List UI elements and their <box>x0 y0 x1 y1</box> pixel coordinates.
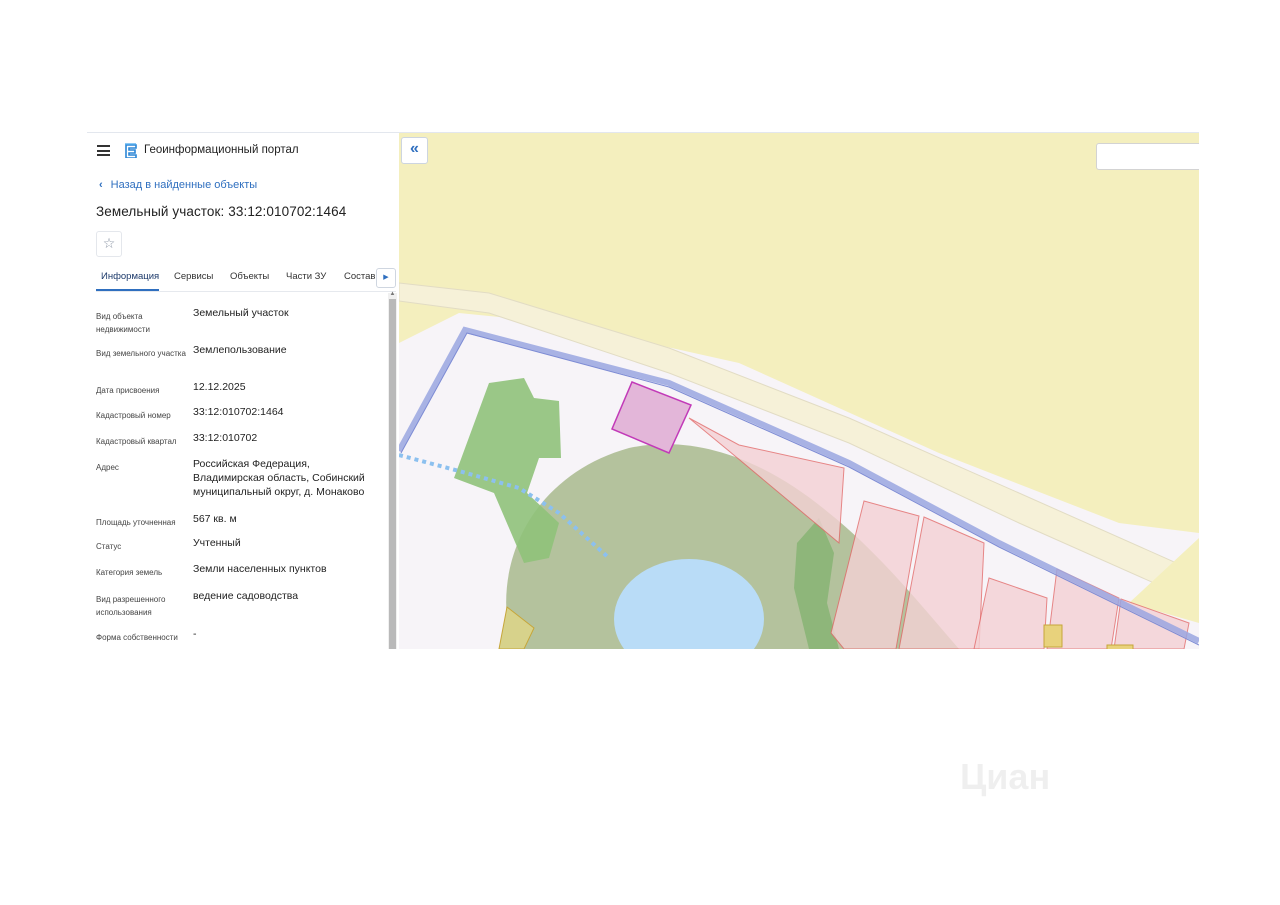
building <box>1106 644 1134 649</box>
info-label: Площадь уточненная <box>96 518 176 527</box>
info-value: Учтенный <box>193 537 241 549</box>
info-value: Российская Федерация, Владимирская облас… <box>193 458 365 498</box>
tab-composition[interactable]: Состав <box>344 271 375 282</box>
info-label: Вид разрешенного использования <box>96 595 166 617</box>
portal-logo-icon <box>125 143 137 158</box>
info-value: 567 кв. м <box>193 513 237 525</box>
star-icon[interactable]: ☆ <box>96 231 122 257</box>
watermark-text: Циан <box>960 756 1051 797</box>
map-canvas[interactable] <box>399 133 1199 649</box>
map-view[interactable] <box>399 133 1199 649</box>
info-label: Категория земель <box>96 568 163 577</box>
scrollbar-thumb[interactable] <box>389 299 396 649</box>
active-tab-indicator <box>96 289 159 291</box>
info-label: Кадастровый номер <box>96 411 171 420</box>
tab-objects[interactable]: Объекты <box>230 271 269 282</box>
building <box>1043 624 1063 648</box>
chevron-left-icon: ‹ <box>99 179 103 191</box>
back-link-label: Назад в найденные объекты <box>110 179 258 191</box>
back-to-results-link[interactable]: ‹ Назад в найденные объекты <box>99 179 257 191</box>
object-title: Земельный участок: 33:12:010702:1464 <box>96 204 347 219</box>
info-value: 12.12.2025 <box>193 381 246 393</box>
info-label: Вид объекта недвижимости <box>96 312 150 334</box>
info-value: ведение садоводства <box>193 590 299 602</box>
info-label: Дата присвоения <box>96 386 160 395</box>
info-value: Земли населенных пунктов <box>193 563 327 575</box>
info-label: Вид земельного участка <box>96 349 186 358</box>
double-chevron-left-icon[interactable]: « <box>401 137 428 164</box>
info-label: Форма собственности <box>96 633 178 642</box>
top-bar: Геоинформационный портал <box>87 133 399 169</box>
info-value: - <box>193 628 197 640</box>
tab-bar: Информация Сервисы Объекты Части ЗУ Сост… <box>96 267 396 292</box>
info-value: Землепользование <box>193 344 287 356</box>
info-value: Земельный участок <box>193 307 289 319</box>
watermark-logo: Циан <box>948 736 1148 806</box>
portal-title: Геоинформационный портал <box>144 144 299 156</box>
tab-information[interactable]: Информация <box>101 271 159 282</box>
chevron-right-icon[interactable]: ▶ <box>376 268 396 288</box>
info-label: Кадастровый квартал <box>96 437 177 446</box>
info-value: 33:12:010702 <box>193 432 258 444</box>
tab-land-parts[interactable]: Части ЗУ <box>286 271 326 282</box>
info-panel: Геоинформационный портал ‹ Назад в найден… <box>87 133 399 649</box>
info-label: Статус <box>96 542 122 551</box>
info-label: Адрес <box>96 463 119 472</box>
info-value: 33:12:010702:1464 <box>193 406 284 418</box>
app-window: Геоинформационный портал ‹ Назад в найден… <box>87 132 1199 649</box>
tab-services[interactable]: Сервисы <box>174 271 213 282</box>
menu-icon[interactable] <box>97 145 110 156</box>
scroll-up-icon[interactable]: ▲ <box>389 291 396 298</box>
map-search-input[interactable] <box>1096 143 1199 170</box>
